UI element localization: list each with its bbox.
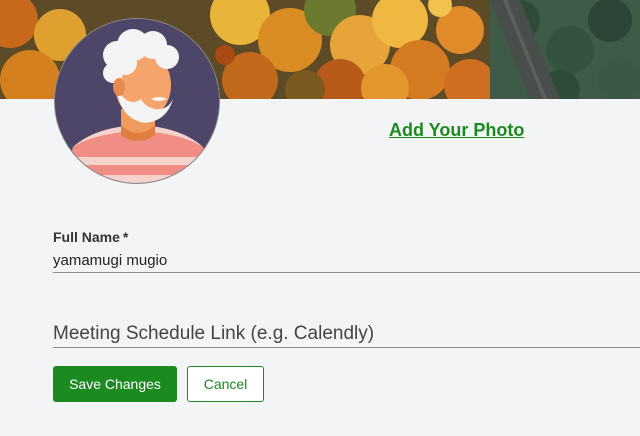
full-name-input[interactable] <box>53 249 640 273</box>
add-photo-link[interactable]: Add Your Photo <box>389 120 524 141</box>
cancel-button[interactable]: Cancel <box>187 366 264 402</box>
required-marker: * <box>122 229 129 245</box>
avatar-illustration <box>55 19 219 183</box>
avatar[interactable] <box>54 18 220 184</box>
full-name-label-text: Full Name <box>53 229 120 245</box>
save-changes-button[interactable]: Save Changes <box>53 366 177 402</box>
full-name-label: Full Name * <box>53 229 128 245</box>
meeting-link-input[interactable] <box>53 320 640 348</box>
profile-edit-page: Add Your Photo Full Name* Save Changes C… <box>0 0 640 436</box>
